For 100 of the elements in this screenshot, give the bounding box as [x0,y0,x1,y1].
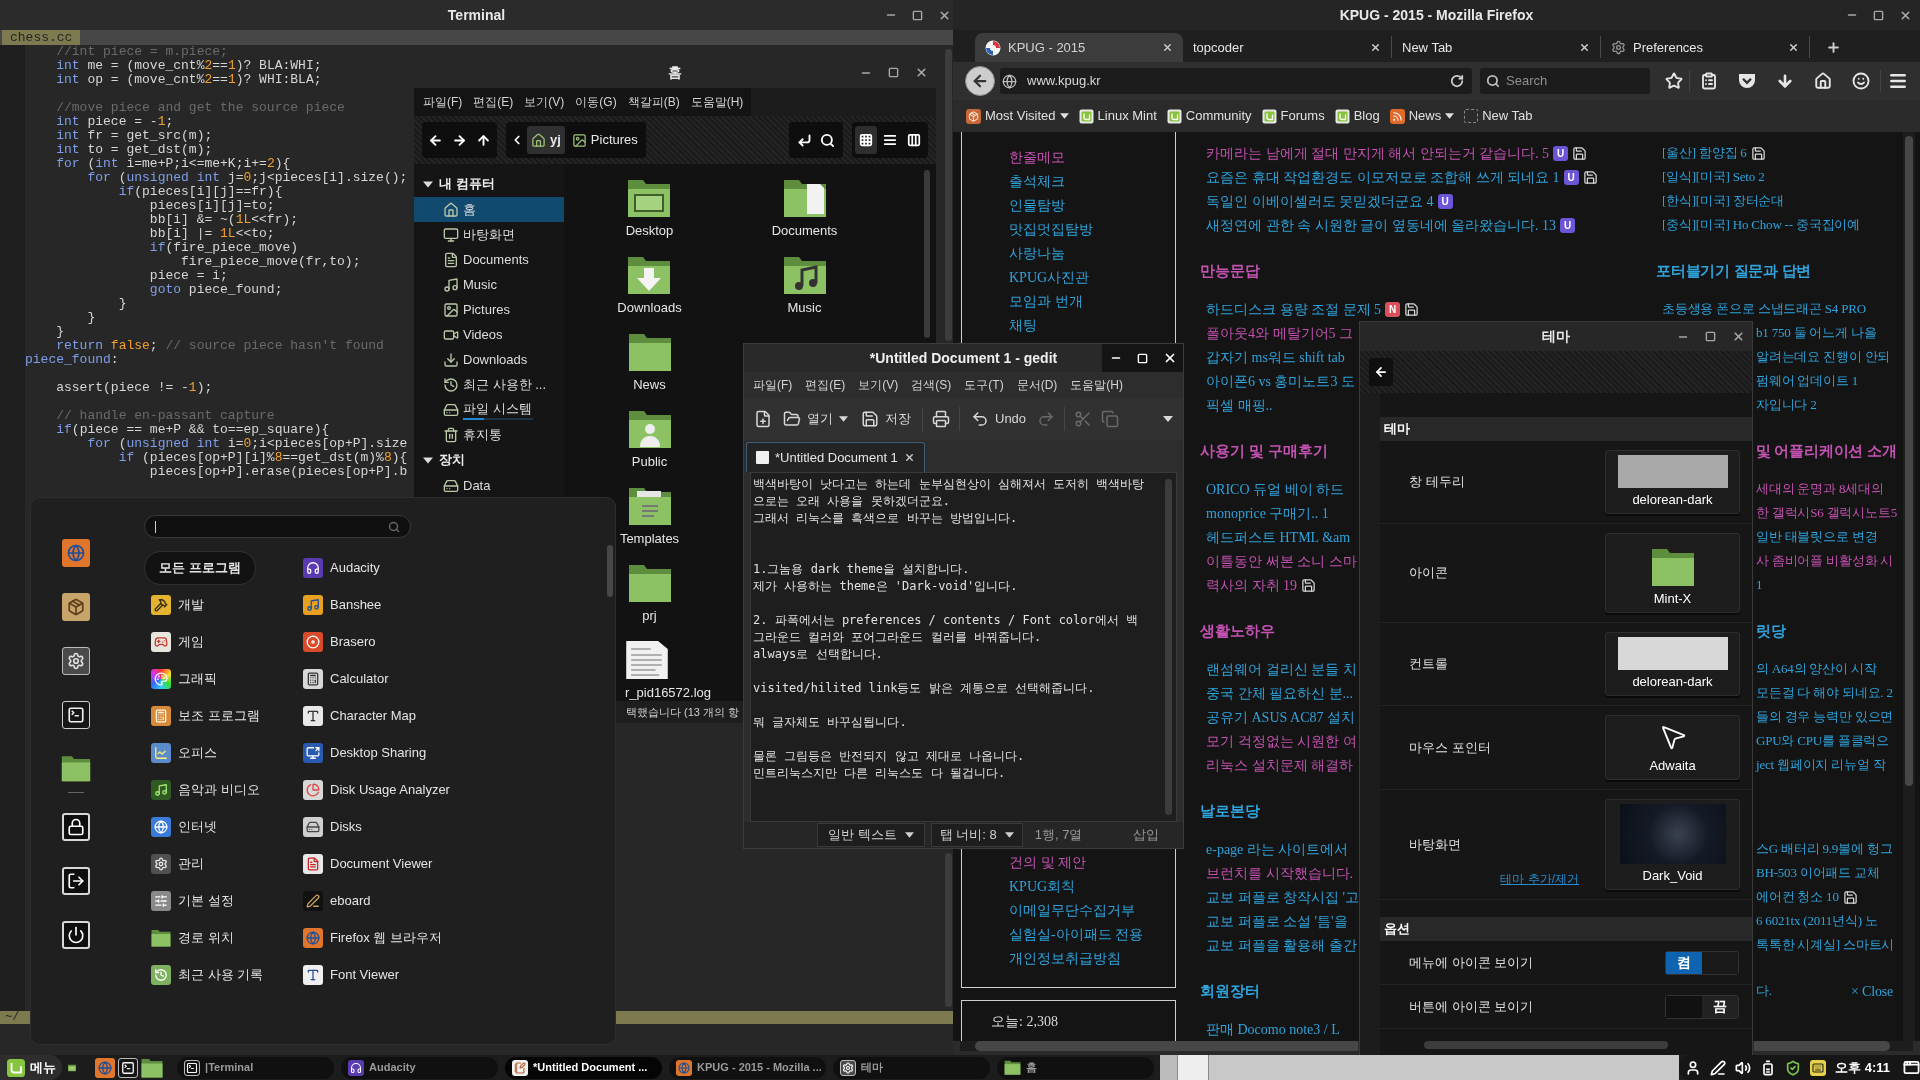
new-file-icon[interactable] [754,410,772,428]
user-icon[interactable] [1685,1059,1702,1076]
expander-icon[interactable] [423,180,433,188]
power-icon[interactable] [62,921,90,949]
window-button[interactable]: |Terminal [177,1056,335,1079]
post-link[interactable]: 6 6021tx (2011년식) 노 [1756,911,1878,931]
logout-icon[interactable] [62,867,90,895]
post-link[interactable]: 톡톡한 시계실] 스마트시 [1756,935,1895,955]
section-heading[interactable]: 만능문답 [1200,259,1260,283]
post-link[interactable]: b1 750 둘 어느게 나을 [1756,323,1877,343]
close-icon[interactable] [915,66,928,79]
post-link[interactable]: 아이폰6 vs 홍미노트3 도 [1206,370,1355,392]
toggle-switch[interactable]: 켬 [1665,950,1739,975]
post-link[interactable]: [중식][미국] Ho Chow -- 중국집이예 [1662,215,1860,235]
post-link[interactable]: 독일인 이베이셀러도 못믿겠더군요 4 [1206,190,1434,212]
menu-button[interactable]: 메뉴 [0,1055,62,1080]
scrollbar[interactable] [924,170,930,338]
theme-picker-button[interactable]: Adwaita [1605,715,1740,780]
globe-icon[interactable] [62,539,90,567]
section-heading[interactable]: 회원장터 [1200,979,1260,1003]
sidebar-item[interactable]: Downloads [414,347,564,372]
nav-link[interactable]: 이메일무단수집거부 [1009,899,1135,921]
file-item[interactable]: Documents [771,178,838,238]
theme-picker-button[interactable]: delorean-dark [1605,450,1740,514]
nav-link[interactable]: 모임과 번개 [1009,290,1083,312]
up-icon[interactable] [476,132,491,148]
maximize-icon[interactable] [888,67,899,78]
search-icon[interactable] [820,132,835,148]
menu-item[interactable]: 파일(F) [753,376,793,394]
menu-item[interactable]: 검색(S) [911,376,952,394]
close-icon[interactable] [938,8,951,22]
menu-item[interactable]: 이동(G) [575,93,617,111]
back-button[interactable] [965,66,995,96]
download-icon[interactable] [1776,72,1794,90]
app-item[interactable]: Banshee [303,594,382,615]
app-item[interactable]: Audacity [303,557,380,578]
close-icon[interactable] [1732,330,1745,343]
app-item[interactable]: eboard [303,890,371,911]
package-icon[interactable] [62,593,90,621]
post-link[interactable]: 한 갤럭시S6 갤럭시노트5 [1756,503,1897,523]
post-link[interactable]: 의 A64의 양산이 시작 [1756,659,1877,679]
pen-icon[interactable] [1710,1059,1727,1076]
post-link[interactable]: 카메라는 남에게 절대 만지게 해서 안되는거 같습니다. 5 [1206,142,1549,164]
sidebar-item[interactable]: Pictures [414,297,564,322]
app-item[interactable]: Font Viewer [303,964,400,985]
app-item[interactable]: Document Viewer [303,853,433,874]
nav-link[interactable]: 맛집멋집탐방 [1009,218,1093,240]
app-item[interactable]: Character Map [303,705,416,726]
post-link[interactable]: 사 좀비어플 비활성화 시 [1756,551,1894,571]
search-field[interactable] [144,515,411,538]
tab-width-dropdown[interactable]: 탭 너비: 8 [930,823,1023,847]
category-item[interactable]: 그래픽 [144,661,221,696]
workspace-tile[interactable] [1160,1055,1179,1080]
close-link[interactable]: × Close [1851,980,1893,1002]
category-item[interactable]: 개발 [144,587,208,622]
overflow-caret-icon[interactable] [1163,416,1173,422]
category-item[interactable]: 관리 [144,846,208,881]
section-heading[interactable]: 릿당 [1756,619,1786,643]
post-link[interactable]: 랜섬웨어 걸리신 분들 치 [1206,658,1357,680]
theme-picker-button[interactable]: Mint-X [1605,533,1740,613]
post-link[interactable]: 픽셀 매핑.. [1206,394,1273,416]
post-link[interactable]: 들의 경우 능력만 있으면 [1756,707,1894,727]
toggle-switch[interactable]: 끔 [1665,994,1739,1019]
clipboard-icon[interactable] [1700,72,1718,90]
scrollbar[interactable] [945,49,952,341]
post-link[interactable]: 알려는데요 진행이 안되 [1756,347,1891,367]
nav-link[interactable]: 한줄메모 [1009,146,1065,168]
nav-link[interactable]: KPUG회칙 [1009,875,1076,897]
section-heading[interactable]: 사용기 및 구매후기 [1200,439,1328,463]
file-item[interactable]: News [627,332,672,392]
post-link[interactable]: 리눅스 설치문제 해결하 [1206,754,1353,776]
section-heading[interactable]: 및 어플리케이션 소개 [1756,439,1897,463]
category-item[interactable]: 인터넷 [144,809,221,844]
file-item[interactable]: Desktop [625,178,674,238]
section-heading[interactable]: 날로본당 [1200,799,1260,823]
tab-close-icon[interactable] [1788,42,1799,53]
section-heading[interactable]: 포터블기기 질문과 답변 [1656,259,1812,283]
sidebar-item[interactable]: Music [414,272,564,297]
terminal-icon[interactable] [118,1057,139,1078]
section-heading[interactable]: 생활노하우 [1200,619,1275,643]
category-item[interactable]: 보조 프로그램 [144,698,264,733]
sidebar-item[interactable]: 바탕화면 [414,222,564,247]
maximize-icon[interactable] [1705,331,1716,342]
window-button[interactable]: 테마 [833,1056,991,1079]
menu-item[interactable]: 편집(E) [805,376,846,394]
post-link[interactable]: 1 [1756,575,1763,595]
menu-item[interactable]: 도구(T) [964,376,1004,394]
category-item[interactable]: 모든 프로그램 [144,550,256,585]
post-link[interactable]: [일식][미국] Seto 2 [1662,167,1765,187]
scrollbar[interactable] [1165,479,1172,815]
file-item[interactable]: Downloads [617,255,682,315]
scrollbar-thumb[interactable] [1424,1041,1668,1049]
browser-tab[interactable]: KPUG - 2015 [975,33,1183,62]
workspace-tile[interactable] [1178,1055,1210,1080]
post-link[interactable]: GPU와 CPU를 플클럭으 [1756,731,1889,751]
post-link[interactable]: ject 웹페이지 리뉴얼 작 [1756,755,1886,775]
close-icon[interactable] [1899,8,1912,22]
post-link[interactable]: 력사의 자취 19 [1206,574,1297,596]
window-button[interactable]: Audacity [341,1056,499,1079]
nav-link[interactable]: 사랑나눔 [1009,242,1065,264]
